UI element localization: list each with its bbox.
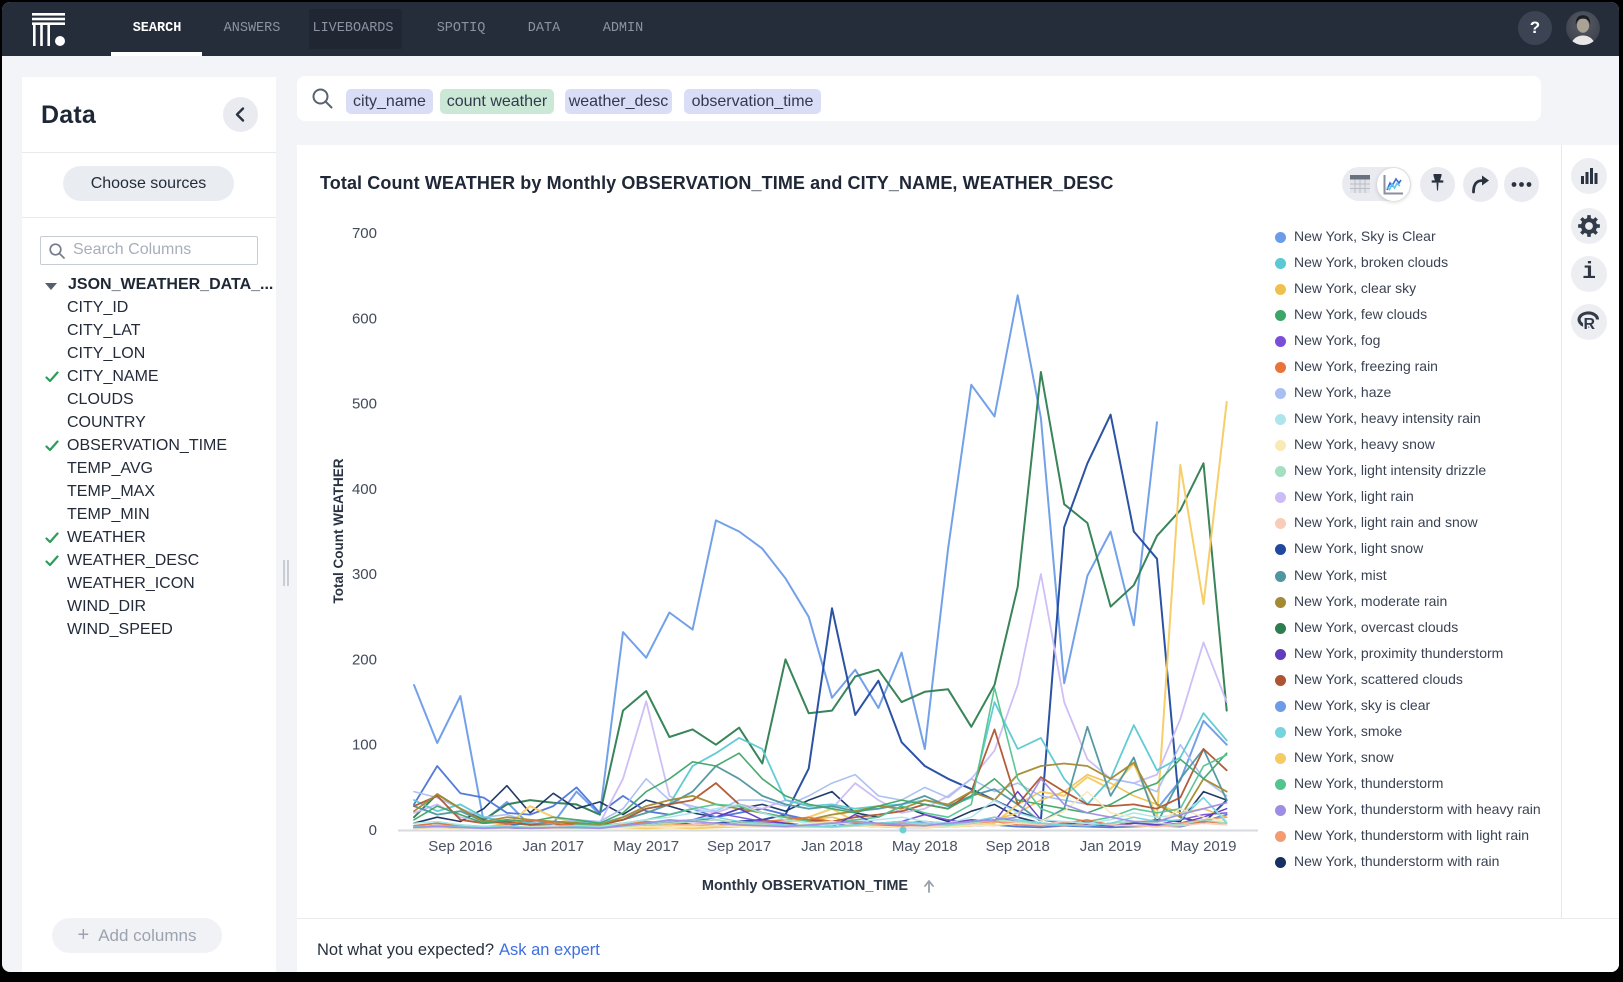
svg-text:May 2017: May 2017 [613,838,679,855]
svg-text:Sep 2016: Sep 2016 [428,838,492,855]
svg-text:300: 300 [352,566,377,583]
svg-text:200: 200 [352,651,377,668]
svg-text:Sep 2017: Sep 2017 [707,838,771,855]
svg-text:Jan 2017: Jan 2017 [522,838,584,855]
svg-text:500: 500 [352,396,377,413]
svg-text:400: 400 [352,481,377,498]
svg-text:R: R [1584,316,1596,333]
svg-text:Jan 2019: Jan 2019 [1080,838,1142,855]
svg-text:May 2019: May 2019 [1171,838,1237,855]
svg-text:Monthly OBSERVATION_TIME: Monthly OBSERVATION_TIME [702,878,909,894]
svg-text:700: 700 [352,225,377,242]
svg-text:Sep 2018: Sep 2018 [986,838,1050,855]
svg-text:May 2018: May 2018 [892,838,958,855]
svg-text:Jan 2018: Jan 2018 [801,838,863,855]
svg-text:0: 0 [369,822,377,839]
svg-text:600: 600 [352,310,377,327]
svg-text:Total Count WEATHER: Total Count WEATHER [331,458,346,603]
svg-text:100: 100 [352,737,377,754]
